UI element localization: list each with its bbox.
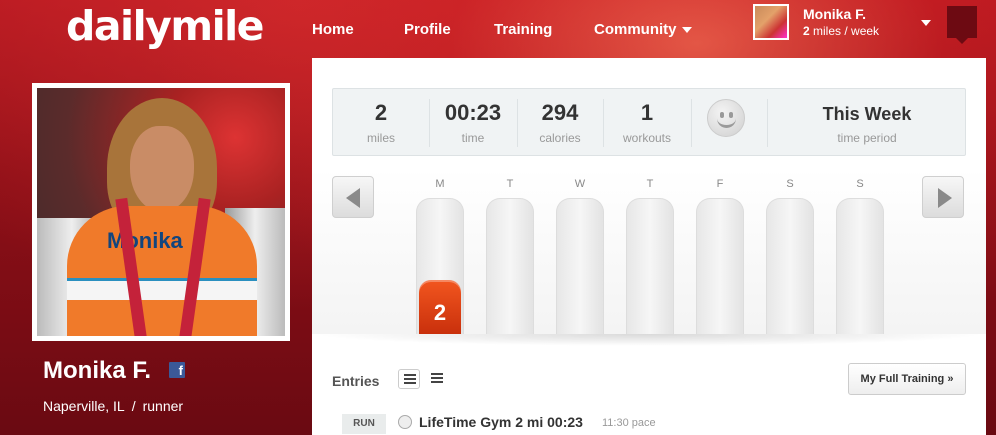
- day-bar[interactable]: 2: [416, 198, 464, 334]
- stat-workouts: 1 workouts: [603, 89, 691, 157]
- stat-value: 2: [374, 100, 388, 125]
- stat-value: 294: [541, 100, 579, 125]
- facebook-icon[interactable]: f: [169, 362, 185, 378]
- compact-list-icon: [431, 373, 443, 384]
- entries-title: Entries: [332, 373, 380, 389]
- day-bar[interactable]: [626, 198, 674, 334]
- stat-period[interactable]: This Week time period: [767, 89, 967, 157]
- day-label: T: [506, 178, 514, 190]
- day-label: F: [716, 178, 724, 190]
- profile-name: Monika F.: [43, 357, 152, 384]
- nav-community[interactable]: Community: [594, 21, 692, 38]
- entry-pace: 11:30 pace: [602, 417, 656, 429]
- dailymile-logo[interactable]: dailymile: [66, 2, 265, 50]
- day-label: T: [646, 178, 654, 190]
- stat-label: miles: [366, 131, 395, 145]
- day-label: M: [435, 178, 445, 190]
- user-miles-suffix: miles / week: [809, 24, 880, 38]
- notifications-flag[interactable]: [947, 6, 977, 44]
- next-week-button[interactable]: [922, 176, 964, 218]
- nav-community-label: Community: [594, 21, 677, 38]
- nav-home[interactable]: Home: [312, 21, 354, 38]
- day-bar[interactable]: [486, 198, 534, 334]
- day-bar-fill: 2: [419, 280, 461, 334]
- day-label: W: [574, 178, 586, 190]
- weekly-stats: 2 miles 00:23 time 294 calories 1 workou…: [332, 88, 966, 156]
- profile-photo-image: Monika: [37, 88, 285, 336]
- user-name[interactable]: Monika F.: [803, 6, 866, 22]
- entry-title[interactable]: LifeTime Gym 2 mi 00:23: [419, 414, 583, 430]
- arrow-right-icon: [938, 188, 952, 208]
- day-label: S: [856, 178, 864, 190]
- day-label: S: [786, 178, 794, 190]
- stat-value: 1: [640, 100, 654, 125]
- chevron-down-icon: [681, 27, 692, 34]
- entry-type-tag: RUN: [342, 414, 386, 434]
- day-bar-value: 2: [433, 300, 447, 325]
- mood-smiley-icon: [707, 99, 745, 137]
- stat-miles: 2 miles: [333, 89, 429, 157]
- stat-value: 00:23: [444, 100, 502, 125]
- profile-photo[interactable]: Monika: [32, 83, 290, 341]
- user-weekly-miles: 2 miles / week: [803, 24, 879, 38]
- arrow-left-icon: [346, 188, 360, 208]
- period-value[interactable]: This Week: [767, 104, 967, 125]
- location-separator: /: [131, 398, 136, 414]
- day-bar[interactable]: [766, 198, 814, 334]
- main-panel: 2 miles 00:23 time 294 calories 1 workou…: [312, 58, 986, 435]
- list-icon: [404, 374, 416, 385]
- nav-training[interactable]: Training: [494, 21, 552, 38]
- entry-mood-icon: [398, 415, 412, 429]
- profile-role: runner: [142, 398, 184, 414]
- user-miles-value: 2: [803, 24, 810, 38]
- my-full-training-button[interactable]: My Full Training »: [848, 363, 966, 395]
- user-menu-caret-icon[interactable]: [921, 20, 931, 26]
- list-view-button[interactable]: [398, 369, 420, 389]
- stat-label: workouts: [622, 131, 672, 145]
- user-avatar[interactable]: [753, 4, 789, 40]
- compact-view-button[interactable]: [426, 369, 448, 389]
- day-bar[interactable]: [556, 198, 604, 334]
- nav-profile[interactable]: Profile: [404, 21, 451, 38]
- divider: [691, 99, 692, 147]
- stat-time: 00:23 time: [429, 89, 517, 157]
- day-bar[interactable]: [836, 198, 884, 334]
- previous-week-button[interactable]: [332, 176, 374, 218]
- chart-shadow: [312, 334, 986, 346]
- day-bar[interactable]: [696, 198, 744, 334]
- stat-calories: 294 calories: [517, 89, 603, 157]
- photo-shirt-text: Monika: [107, 228, 183, 253]
- location-text: Naperville, IL: [43, 398, 125, 414]
- stat-label: calories: [539, 131, 581, 145]
- stat-label: time: [461, 131, 485, 145]
- period-label: time period: [837, 131, 897, 145]
- profile-location: Naperville, IL / runner: [43, 398, 183, 414]
